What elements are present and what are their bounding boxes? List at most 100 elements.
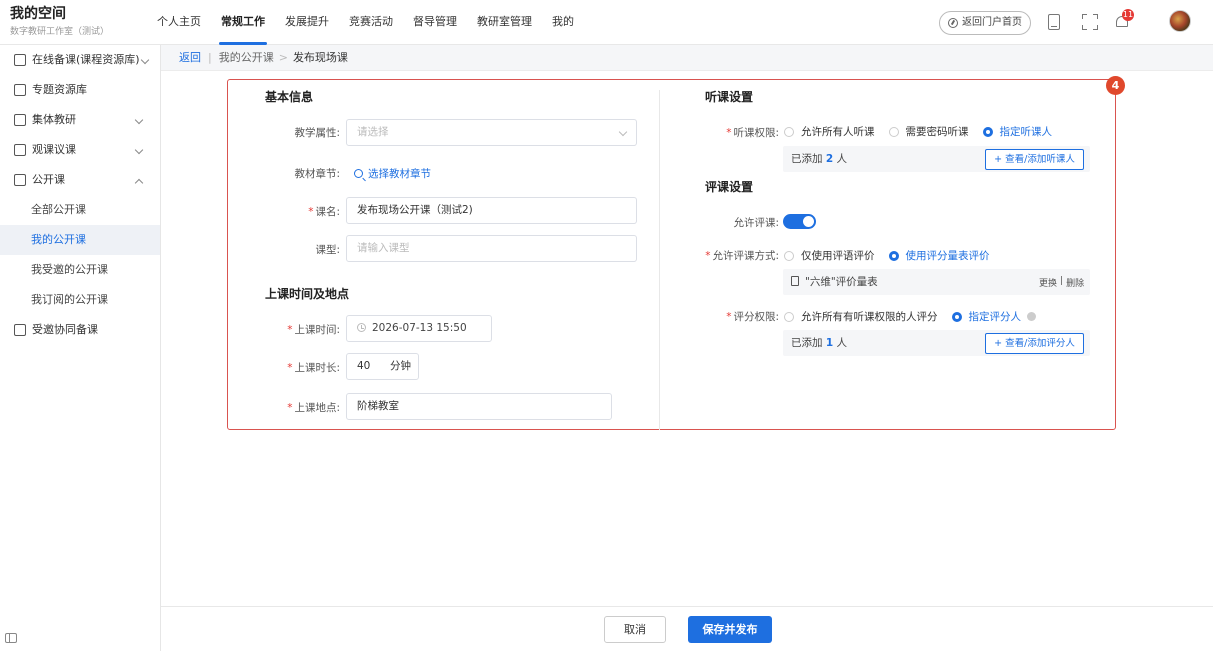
- listen-permission-label: * 听课权限:: [726, 127, 779, 139]
- review-mode-group: 仅使用评语评价 使用评分量表评价: [784, 248, 1004, 263]
- score-permission-group: 允许所有有听课权限的人评分 指定评分人: [784, 309, 1036, 324]
- sidebar-sub-invited-open-classes[interactable]: 我受邀的公开课: [0, 255, 160, 285]
- course-name-input[interactable]: 发布现场公开课（测试2): [346, 197, 637, 224]
- score-option-all-listeners[interactable]: 允许所有有听课权限的人评分: [784, 309, 938, 324]
- sidebar-sub-subscribed-open-classes[interactable]: 我订阅的公开课: [0, 285, 160, 315]
- breadcrumb: 返回 | 我的公开课 > 发布现场课: [161, 45, 1213, 71]
- fullscreen-icon[interactable]: [1082, 14, 1098, 30]
- nav-competition[interactable]: 竞赛活动: [339, 0, 403, 45]
- allow-review-label: 允许评课:: [733, 217, 779, 229]
- nav-routine-work[interactable]: 常规工作: [211, 0, 275, 45]
- review-mode-scale[interactable]: 使用评分量表评价: [888, 248, 990, 263]
- class-time-picker[interactable]: 2026-07-13 15:50: [346, 315, 492, 342]
- score-permission-label: * 评分权限:: [726, 311, 779, 323]
- scale-action-separator: |: [1060, 276, 1064, 286]
- review-settings-title: 评课设置: [705, 180, 754, 194]
- duration-input[interactable]: 40 分钟: [346, 353, 419, 380]
- nav-office-management[interactable]: 教研室管理: [467, 0, 542, 45]
- save-publish-button[interactable]: 保存并发布: [688, 616, 772, 643]
- chevron-down-icon: [618, 127, 628, 137]
- sidebar: 在线备课(课程资源库) 专题资源库 集体教研 观课议课 公开课 全部公开课 我的…: [0, 45, 161, 651]
- review-mode-label: * 允许评课方式:: [705, 250, 779, 262]
- sidebar-item-label: 观课议课: [32, 143, 76, 156]
- sidebar-item-online-lesson[interactable]: 在线备课(课程资源库): [0, 45, 160, 75]
- collab-icon: [14, 324, 26, 336]
- chevron-down-icon: [140, 55, 150, 65]
- document-icon: [791, 276, 799, 286]
- brand-title: 我的空间: [10, 6, 66, 22]
- review-mode-comment[interactable]: 仅使用评语评价: [784, 248, 875, 263]
- nav-mine[interactable]: 我的: [542, 0, 584, 45]
- chevron-down-icon: [134, 145, 144, 155]
- avatar[interactable]: [1169, 10, 1191, 32]
- back-link[interactable]: 返回: [179, 45, 201, 70]
- sidebar-item-topic-resources[interactable]: 专题资源库: [0, 75, 160, 105]
- brand-subtitle: 数字教研工作室（测试）: [10, 27, 110, 37]
- tablet-icon[interactable]: [1048, 14, 1060, 30]
- research-icon: [14, 114, 26, 126]
- breadcrumb-current: 发布现场课: [292, 51, 348, 64]
- sidebar-item-open-class[interactable]: 公开课: [0, 165, 160, 195]
- nav-supervision[interactable]: 督导管理: [403, 0, 467, 45]
- select-chapter-link[interactable]: 选择教材章节: [354, 166, 431, 181]
- breadcrumb-parent[interactable]: 我的公开课: [219, 45, 274, 70]
- chevron-down-icon: [134, 115, 144, 125]
- listen-option-password[interactable]: 需要密码听课: [888, 124, 969, 139]
- main-nav: 个人主页 常规工作 发展提升 竞赛活动 督导管理 教研室管理 我的: [147, 0, 584, 45]
- duration-unit: 分钟: [390, 360, 411, 372]
- resource-icon: [14, 84, 26, 96]
- sidebar-item-group-research[interactable]: 集体教研: [0, 105, 160, 135]
- breadcrumb-separator: >: [278, 51, 288, 64]
- scorers-count: 1: [825, 337, 834, 349]
- duration-value: 40: [357, 360, 371, 372]
- clock-icon: [357, 323, 366, 332]
- course-type-input[interactable]: 请输入课型: [346, 235, 637, 262]
- lesson-icon: [14, 54, 26, 66]
- listen-option-designated[interactable]: 指定听课人: [982, 124, 1052, 139]
- return-portal-label: 返回门户首页: [962, 17, 1022, 28]
- place-input[interactable]: 阶梯教室: [346, 393, 612, 420]
- footer-bar: [161, 606, 1213, 651]
- nav-development[interactable]: 发展提升: [275, 0, 339, 45]
- select-chapter-label: 选择教材章节: [368, 168, 431, 180]
- listen-permission-group: 允许所有人听课 需要密码听课 指定听课人: [784, 124, 1066, 139]
- sidebar-sub-my-open-classes[interactable]: 我的公开课: [0, 225, 160, 255]
- chevron-up-icon: [134, 178, 144, 188]
- view-add-listeners-button[interactable]: + 查看/添加听课人: [985, 149, 1084, 170]
- cancel-button[interactable]: 取消: [604, 616, 666, 643]
- sidebar-item-label: 公开课: [32, 173, 65, 186]
- compass-icon: [948, 18, 958, 28]
- course-name-label: * 课名:: [308, 206, 340, 218]
- openclass-icon: [14, 174, 26, 186]
- allow-review-toggle[interactable]: [783, 214, 816, 229]
- listen-settings-title: 听课设置: [705, 90, 754, 104]
- brand[interactable]: 我的空间 数字教研工作室（测试）: [10, 5, 109, 39]
- sidebar-item-label: 受邀协同备课: [32, 323, 98, 336]
- return-portal-button[interactable]: 返回门户首页: [939, 11, 1031, 35]
- sidebar-item-class-observation[interactable]: 观课议课: [0, 135, 160, 165]
- sidebar-sub-all-open-classes[interactable]: 全部公开课: [0, 195, 160, 225]
- teaching-attr-select[interactable]: 请选择: [346, 119, 637, 146]
- nav-home[interactable]: 个人主页: [147, 0, 211, 45]
- observe-icon: [14, 144, 26, 156]
- sidebar-item-label: 在线备课(课程资源库): [32, 53, 140, 66]
- view-add-scorers-button[interactable]: + 查看/添加评分人: [985, 333, 1084, 354]
- delete-scale-link[interactable]: 删除: [1066, 276, 1084, 289]
- search-icon: [354, 169, 363, 178]
- score-option-designated[interactable]: 指定评分人: [951, 309, 1036, 324]
- step-badge: 4: [1106, 76, 1125, 95]
- scale-actions: 更换 | 删除: [1039, 276, 1084, 289]
- listen-option-everyone[interactable]: 允许所有人听课: [784, 124, 875, 139]
- class-time-value: 2026-07-13 15:50: [372, 322, 467, 334]
- scale-name: "六维"评价量表: [805, 276, 878, 288]
- place-label: * 上课地点:: [287, 402, 340, 414]
- top-bar: 我的空间 数字教研工作室（测试） 个人主页 常规工作 发展提升 竞赛活动 督导管…: [0, 0, 1213, 45]
- replace-scale-link[interactable]: 更换: [1039, 276, 1057, 289]
- chapter-label: 教材章节:: [294, 168, 340, 180]
- collapse-sidebar-icon[interactable]: [5, 633, 17, 643]
- course-type-label: 课型:: [315, 244, 340, 256]
- sidebar-item-label: 专题资源库: [32, 83, 87, 96]
- sidebar-item-collab-prep[interactable]: 受邀协同备课: [0, 315, 160, 345]
- help-icon[interactable]: [1027, 312, 1036, 321]
- teaching-attr-label: 教学属性:: [294, 127, 340, 139]
